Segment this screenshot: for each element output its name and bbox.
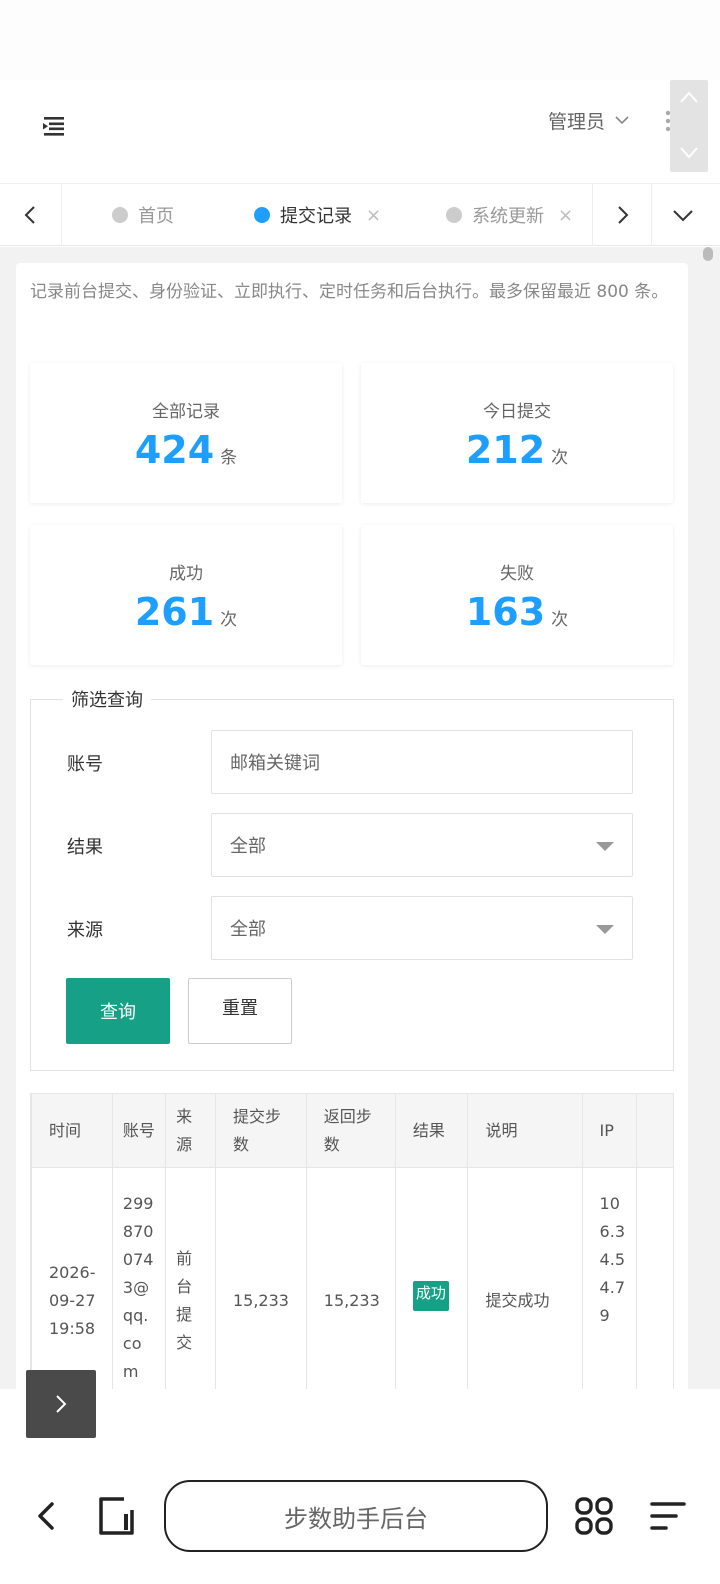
filter-form: 筛选查询 账号 邮箱关键词 结果 全部 来源 全部 查询 重置 [30, 686, 674, 1071]
filter-legend: 筛选查询 [63, 686, 151, 712]
stat-label: 成功 [169, 564, 203, 584]
source-label: 来源 [67, 920, 103, 941]
column-header: 提交步数 [214, 1093, 307, 1168]
menu-icon[interactable] [648, 1496, 688, 1536]
scroll-up-icon[interactable] [679, 90, 699, 104]
page-description: 记录前台提交、身份验证、立即执行、定时任务和后台执行。最多保留最近 800 条。 [30, 282, 669, 302]
chevron-down-icon [673, 210, 693, 222]
column-header: 账号 [111, 1093, 167, 1168]
cell-note: 提交成功 [467, 1167, 583, 1389]
tab-bar: 首页 提交记录 × 系统更新 × [0, 184, 720, 246]
chevron-right-icon [56, 1395, 67, 1413]
stat-card-success: 成功 261 次 [30, 525, 342, 665]
result-select[interactable]: 全部 [211, 813, 633, 877]
tab-submit-records[interactable]: 提交记录 × [254, 184, 381, 246]
tab-label: 提交记录 [280, 206, 352, 227]
stat-card-total: 全部记录 424 条 [30, 363, 342, 503]
stat-unit: 次 [551, 448, 569, 468]
cell-account: 2998700743@qq.com [111, 1167, 167, 1389]
source-select-value: 全部 [230, 919, 266, 940]
table-header-row: 时间 账号 来源 提交步数 返回步数 结果 说明 IP [31, 1093, 674, 1168]
stat-unit: 条 [220, 448, 238, 468]
account-text: 2998700743@qq.com [122, 1193, 154, 1381]
main-content: 记录前台提交、身份验证、立即执行、定时任务和后台执行。最多保留最近 800 条。… [0, 247, 720, 1389]
tab-scroll-left-button[interactable] [0, 184, 62, 246]
stat-value: 163 [465, 590, 546, 634]
status-area [0, 0, 720, 80]
stat-value: 261 [134, 590, 215, 634]
status-badge: 成功 [412, 1281, 449, 1311]
stat-label: 今日提交 [483, 402, 551, 422]
reset-button[interactable]: 重置 [188, 978, 292, 1044]
menu-toggle-icon[interactable] [38, 114, 70, 138]
tab-system-update[interactable]: 系统更新 × [446, 184, 573, 246]
stat-value: 212 [465, 428, 546, 472]
cell-source: 前台提交 [165, 1167, 216, 1389]
expand-sidebar-button[interactable] [26, 1370, 96, 1438]
back-icon[interactable] [30, 1496, 70, 1536]
stat-card-today: 今日提交 212 次 [361, 363, 673, 503]
apps-grid-icon[interactable] [574, 1496, 614, 1536]
ip-text: 106.34.54.79 [599, 1193, 625, 1325]
stat-card-failed: 失败 163 次 [361, 525, 673, 665]
admin-menu[interactable]: 管理员 [548, 106, 629, 134]
column-header: 结果 [394, 1093, 469, 1168]
scrollbar[interactable] [703, 247, 713, 261]
column-header-extra [635, 1093, 674, 1168]
cell-returned-steps: 15,233 [305, 1167, 396, 1389]
result-label: 结果 [67, 837, 103, 858]
tab-dot-icon [446, 207, 462, 223]
records-table: 时间 账号 来源 提交步数 返回步数 结果 说明 IP 2026-09-27 1… [30, 1093, 674, 1389]
column-header: 说明 [467, 1093, 583, 1168]
app-header: 管理员 [0, 80, 720, 184]
column-header: 返回步数 [305, 1093, 396, 1168]
stat-label: 全部记录 [152, 402, 220, 422]
records-card: 记录前台提交、身份验证、立即执行、定时任务和后台执行。最多保留最近 800 条。… [16, 263, 688, 1389]
chevron-right-icon [618, 206, 629, 224]
cell-time: 2026-09-27 19:58 [31, 1167, 113, 1389]
stat-label: 失败 [500, 564, 534, 584]
chevron-down-icon [615, 116, 629, 125]
scroll-down-icon[interactable] [679, 146, 699, 160]
cell-extra [635, 1167, 674, 1389]
tab-dot-icon [254, 207, 270, 223]
stat-value: 424 [134, 428, 215, 472]
chevron-left-icon [24, 206, 35, 224]
close-icon[interactable]: × [558, 205, 573, 226]
tabs-icon[interactable] [96, 1496, 136, 1536]
tab-scroll-right-button[interactable] [592, 184, 652, 246]
column-header: 来源 [165, 1093, 216, 1168]
address-bar[interactable]: 步数助手后台 [164, 1480, 548, 1552]
dropdown-caret-icon [596, 925, 614, 934]
account-input[interactable]: 邮箱关键词 [211, 730, 633, 794]
tab-label: 系统更新 [472, 206, 544, 227]
cell-result: 成功 [394, 1167, 469, 1389]
address-text: 步数助手后台 [284, 1504, 428, 1533]
account-label: 账号 [67, 754, 103, 775]
cell-ip: 106.34.54.79 [581, 1167, 637, 1389]
browser-bottom-bar: 步数助手后台 [0, 1440, 720, 1584]
admin-label: 管理员 [548, 110, 606, 133]
query-button[interactable]: 查询 [66, 978, 170, 1044]
cell-submitted-steps: 15,233 [214, 1167, 307, 1389]
tab-options-button[interactable] [652, 184, 714, 246]
page-scroll-widget[interactable] [670, 80, 708, 172]
tab-home[interactable]: 首页 [112, 184, 174, 246]
tab-label: 首页 [138, 206, 174, 227]
source-select[interactable]: 全部 [211, 896, 633, 960]
result-select-value: 全部 [230, 836, 266, 857]
column-header: IP [581, 1093, 637, 1168]
stat-unit: 次 [220, 610, 238, 630]
stat-unit: 次 [551, 610, 569, 630]
account-placeholder: 邮箱关键词 [230, 753, 320, 774]
close-icon[interactable]: × [366, 205, 381, 226]
dropdown-caret-icon [596, 842, 614, 851]
table-row[interactable]: 2026-09-27 19:58 2998700743@qq.com 前台提交 … [31, 1167, 674, 1389]
column-header: 时间 [31, 1093, 113, 1168]
tab-dot-icon [112, 207, 128, 223]
